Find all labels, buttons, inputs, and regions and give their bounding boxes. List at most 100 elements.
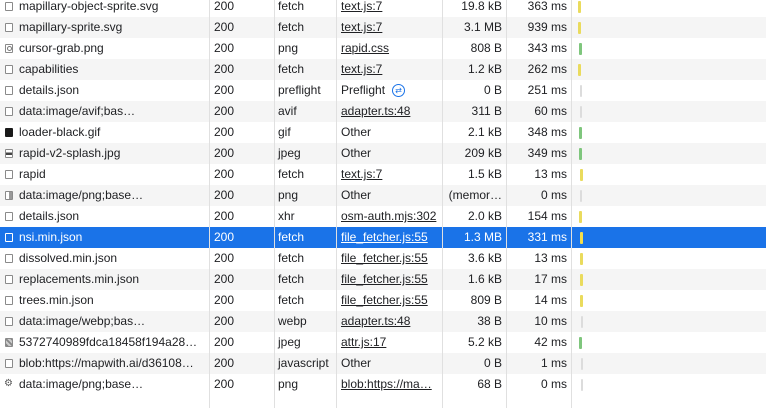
request-name[interactable]: nsi.min.json bbox=[19, 227, 205, 248]
initiator-link[interactable]: file_fetcher.js:55 bbox=[341, 251, 428, 265]
request-name[interactable]: data:image/png;base… bbox=[19, 374, 205, 395]
waterfall-bar[interactable] bbox=[578, 64, 581, 76]
waterfall-bar[interactable] bbox=[579, 148, 582, 160]
table-row[interactable]: data:image/avif;bas… 200 avif adapter.ts:48… bbox=[0, 101, 766, 122]
name-cell[interactable]: cursor-grab.png bbox=[0, 38, 209, 59]
initiator-link[interactable]: text.js:7 bbox=[341, 0, 382, 13]
name-cell[interactable]: ⚙ data:image/png;base… bbox=[0, 374, 209, 395]
name-cell[interactable]: dissolved.min.json bbox=[0, 248, 209, 269]
initiator-link[interactable]: rapid.css bbox=[341, 41, 389, 55]
waterfall-bar[interactable] bbox=[580, 85, 582, 97]
request-name[interactable]: dissolved.min.json bbox=[19, 248, 205, 269]
name-cell[interactable]: 5372740989fdca18458f194a28… bbox=[0, 332, 209, 353]
request-name[interactable]: data:image/avif;bas… bbox=[19, 101, 205, 122]
preflight-icon[interactable]: ⇄ bbox=[392, 84, 406, 98]
name-cell[interactable]: loader-black.gif bbox=[0, 122, 209, 143]
initiator-link[interactable]: osm-auth.mjs:302 bbox=[341, 209, 436, 223]
table-row[interactable]: mapillary-sprite.svg 200 fetch text.js:7 3.1… bbox=[0, 17, 766, 38]
table-row[interactable]: cursor-grab.png 200 png rapid.css 808 B 343 m… bbox=[0, 38, 766, 59]
initiator-link[interactable]: file_fetcher.js:55 bbox=[341, 230, 428, 244]
table-row[interactable]: ⚙ data:image/png;base… 200 png blob:https://… bbox=[0, 374, 766, 395]
waterfall-bar[interactable] bbox=[579, 211, 582, 223]
size-cell: 5.2 kB bbox=[467, 335, 502, 349]
request-name[interactable]: cursor-grab.png bbox=[19, 38, 205, 59]
waterfall-bar[interactable] bbox=[581, 358, 583, 370]
name-cell[interactable]: trees.min.json bbox=[0, 290, 209, 311]
waterfall-bar[interactable] bbox=[580, 169, 583, 181]
column-divider[interactable] bbox=[571, 0, 572, 408]
initiator-link[interactable]: attr.js:17 bbox=[341, 335, 386, 349]
table-row[interactable]: rapid-v2-splash.jpg 200 jpeg Other 209 kB 349… bbox=[0, 143, 766, 164]
name-cell[interactable]: replacements.min.json bbox=[0, 269, 209, 290]
waterfall-bar[interactable] bbox=[580, 232, 583, 244]
request-name[interactable]: mapillary-sprite.svg bbox=[19, 17, 205, 38]
table-row[interactable]: capabilities 200 fetch text.js:7 1.2 kB 262 m… bbox=[0, 59, 766, 80]
name-cell[interactable]: data:image/webp;bas… bbox=[0, 311, 209, 332]
waterfall-bar[interactable] bbox=[579, 337, 582, 349]
request-name[interactable]: details.json bbox=[19, 206, 205, 227]
initiator-link[interactable]: file_fetcher.js:55 bbox=[341, 293, 428, 307]
column-divider[interactable] bbox=[336, 0, 337, 408]
table-row[interactable]: loader-black.gif 200 gif Other 2.1 kB 348 ms bbox=[0, 122, 766, 143]
request-name[interactable]: loader-black.gif bbox=[19, 122, 205, 143]
initiator-link[interactable]: text.js:7 bbox=[341, 20, 382, 34]
initiator-link[interactable]: file_fetcher.js:55 bbox=[341, 272, 428, 286]
name-cell[interactable]: mapillary-object-sprite.svg bbox=[0, 0, 209, 17]
request-name[interactable]: data:image/webp;bas… bbox=[19, 311, 205, 332]
name-cell[interactable]: rapid-v2-splash.jpg bbox=[0, 143, 209, 164]
waterfall-bar[interactable] bbox=[578, 22, 581, 34]
request-name[interactable]: blob:https://mapwith.ai/d36108… bbox=[19, 353, 205, 374]
column-divider[interactable] bbox=[209, 0, 210, 408]
waterfall-bar[interactable] bbox=[580, 190, 582, 202]
name-cell[interactable]: data:image/avif;bas… bbox=[0, 101, 209, 122]
waterfall-bar[interactable] bbox=[580, 274, 583, 286]
column-divider[interactable] bbox=[506, 0, 507, 408]
waterfall-bar[interactable] bbox=[578, 1, 581, 13]
table-row[interactable]: details.json 200 xhr osm-auth.mjs:302 2.0 kB… bbox=[0, 206, 766, 227]
initiator-link[interactable]: text.js:7 bbox=[341, 62, 382, 76]
waterfall-bar[interactable] bbox=[580, 295, 583, 307]
request-name[interactable]: rapid bbox=[19, 164, 205, 185]
waterfall-bar[interactable] bbox=[579, 43, 582, 55]
request-name[interactable]: 5372740989fdca18458f194a28… bbox=[19, 332, 205, 353]
initiator-link[interactable]: text.js:7 bbox=[341, 167, 382, 181]
name-cell[interactable]: details.json bbox=[0, 206, 209, 227]
name-cell[interactable]: blob:https://mapwith.ai/d36108… bbox=[0, 353, 209, 374]
table-row[interactable]: data:image/png;base… 200 png Other (memor… 0 … bbox=[0, 185, 766, 206]
initiator-cell: adapter.ts:48 bbox=[337, 311, 442, 332]
request-name[interactable]: rapid-v2-splash.jpg bbox=[19, 143, 205, 164]
name-cell[interactable]: data:image/png;base… bbox=[0, 185, 209, 206]
waterfall-bar[interactable] bbox=[581, 379, 583, 391]
table-row[interactable]: data:image/webp;bas… 200 webp adapter.ts:48… bbox=[0, 311, 766, 332]
column-divider[interactable] bbox=[442, 0, 443, 408]
request-name[interactable]: replacements.min.json bbox=[19, 269, 205, 290]
waterfall-bar[interactable] bbox=[579, 127, 582, 139]
table-row[interactable]: trees.min.json 200 fetch file_fetcher.js:55… bbox=[0, 290, 766, 311]
request-name[interactable]: details.json bbox=[19, 80, 205, 101]
waterfall-bar[interactable] bbox=[581, 316, 583, 328]
request-name[interactable]: mapillary-object-sprite.svg bbox=[19, 0, 205, 17]
table-row[interactable]: nsi.min.json 200 fetch file_fetcher.js:55 1.… bbox=[0, 227, 766, 248]
type-cell: jpeg bbox=[278, 146, 301, 160]
table-row[interactable]: blob:https://mapwith.ai/d36108… 200 javasc… bbox=[0, 353, 766, 374]
name-cell[interactable]: rapid bbox=[0, 164, 209, 185]
initiator-link[interactable]: adapter.ts:48 bbox=[341, 104, 410, 118]
name-cell[interactable]: nsi.min.json bbox=[0, 227, 209, 248]
waterfall-bar[interactable] bbox=[580, 106, 582, 118]
name-cell[interactable]: mapillary-sprite.svg bbox=[0, 17, 209, 38]
column-divider[interactable] bbox=[274, 0, 275, 408]
initiator-link[interactable]: blob:https://ma… bbox=[341, 377, 432, 391]
table-row[interactable]: rapid 200 fetch text.js:7 1.5 kB 13 ms bbox=[0, 164, 766, 185]
table-row[interactable]: replacements.min.json 200 fetch file_fetche… bbox=[0, 269, 766, 290]
request-name[interactable]: trees.min.json bbox=[19, 290, 205, 311]
request-name[interactable]: data:image/png;base… bbox=[19, 185, 205, 206]
name-cell[interactable]: capabilities bbox=[0, 59, 209, 80]
table-row[interactable]: 5372740989fdca18458f194a28… 200 jpeg attr.j… bbox=[0, 332, 766, 353]
table-row[interactable]: details.json 200 preflight Preflight ⇄ 0 B 251… bbox=[0, 80, 766, 101]
initiator-link[interactable]: adapter.ts:48 bbox=[341, 314, 410, 328]
waterfall-bar[interactable] bbox=[580, 253, 583, 265]
table-row[interactable]: mapillary-object-sprite.svg 200 fetch text.… bbox=[0, 0, 766, 17]
table-row[interactable]: dissolved.min.json 200 fetch file_fetcher.j… bbox=[0, 248, 766, 269]
request-name[interactable]: capabilities bbox=[19, 59, 205, 80]
name-cell[interactable]: details.json bbox=[0, 80, 209, 101]
